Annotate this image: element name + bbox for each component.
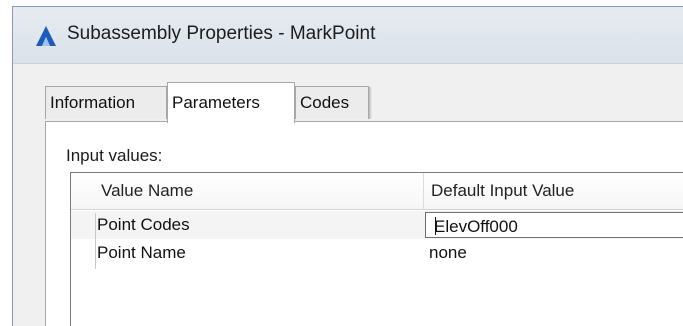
subassembly-properties-dialog: Subassembly Properties - MarkPoint Infor… [12,6,683,326]
tab-parameters[interactable]: Parameters [167,82,295,123]
tree-indent-line [95,213,96,269]
parameters-panel: Input values: Value Name Default Input V… [45,121,683,326]
list-header: Value Name Default Input Value [71,173,683,210]
row-name: Point Name [97,243,186,262]
tab-information[interactable]: Information [45,86,167,119]
autocad-civil3d-icon [36,26,56,46]
column-header-value-name[interactable]: Value Name [101,181,193,201]
tab-strip: Information Parameters Codes [45,82,683,123]
value-edit-field[interactable]: ElevOff000 [425,212,683,238]
table-row[interactable]: Point Codes ElevOff000 [71,211,683,239]
tab-codes[interactable]: Codes [295,86,372,119]
input-values-label: Input values: [66,146,163,165]
column-separator[interactable] [423,173,424,209]
row-value: none [429,243,467,262]
window-title: Subassembly Properties - MarkPoint [67,23,376,44]
value-edit-text: ElevOff000 [434,217,518,236]
text-caret [435,217,436,235]
input-values-list[interactable]: Value Name Default Input Value Point Cod… [70,172,683,326]
dialog-client-area: Information Parameters Codes Input value… [13,64,683,326]
table-row[interactable]: Point Name none [71,239,683,267]
column-header-default-input-value[interactable]: Default Input Value [431,181,574,201]
title-bar[interactable]: Subassembly Properties - MarkPoint [13,7,683,64]
row-name: Point Codes [97,215,190,234]
